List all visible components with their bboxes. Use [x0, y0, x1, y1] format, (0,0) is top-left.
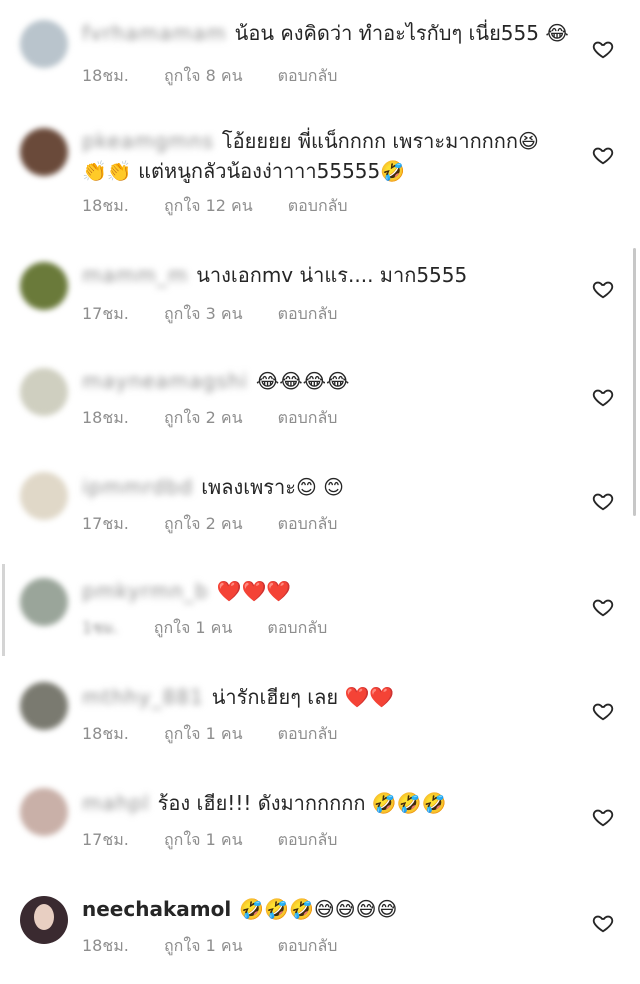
comment-meta: 18ชม. ถูกใจ 1 คน ตอบกลับ	[82, 722, 367, 747]
timestamp: 1ชม.	[82, 618, 119, 637]
timestamp: 17ชม.	[82, 830, 129, 849]
username[interactable]: mamm_m	[82, 263, 188, 287]
username[interactable]: fvrhamamam	[82, 21, 227, 45]
avatar[interactable]	[20, 128, 68, 176]
timestamp: 18ชม.	[82, 408, 129, 427]
heart-icon[interactable]	[592, 700, 614, 722]
avatar[interactable]	[20, 472, 68, 520]
reply-button[interactable]: ตอบกลับ	[278, 514, 338, 533]
username[interactable]: mthhy_881	[82, 685, 204, 709]
likes-count[interactable]: ถูกใจ 1 คน	[154, 618, 233, 637]
reply-button[interactable]: ตอบกลับ	[288, 196, 348, 215]
avatar[interactable]	[20, 368, 68, 416]
comment-text-line2: 👏👏 แต่หนูกลัวน้องง่าาาา55555🤣	[82, 159, 406, 183]
comment-body: pkeamgmns โอ้ยยยย พี่แน็กกกก เพราะมากกกก😆…	[82, 126, 580, 186]
reply-button[interactable]: ตอบกลับ	[278, 936, 338, 955]
reply-button[interactable]: ตอบกลับ	[278, 724, 338, 743]
comment-text: โอ้ยยยย พี่แน็กกกก เพราะมากกกก😆	[221, 129, 539, 153]
comments-list: fvrhamamam น้อน คงคิดว่า ทำอะไรกับๆ เนี่ย…	[0, 0, 640, 984]
edge-indicator	[2, 564, 5, 656]
likes-count[interactable]: ถูกใจ 12 คน	[164, 196, 253, 215]
timestamp: 18ชม.	[82, 66, 129, 85]
heart-icon[interactable]	[592, 806, 614, 828]
avatar[interactable]	[20, 578, 68, 626]
timestamp: 18ชม.	[82, 724, 129, 743]
comment-body: mthhy_881 น่ารักเฮียๆ เลย ❤️❤️	[82, 682, 580, 712]
timestamp: 17ชม.	[82, 514, 129, 533]
heart-icon[interactable]	[592, 386, 614, 408]
heart-icon[interactable]	[592, 278, 614, 300]
comment-text: 🤣🤣🤣😅😅😅😅	[239, 897, 398, 921]
comment-meta: 17ชม. ถูกใจ 1 คน ตอบกลับ	[82, 828, 367, 853]
avatar[interactable]	[20, 788, 68, 836]
username[interactable]: mahpl	[82, 791, 150, 815]
scrollbar[interactable]	[633, 248, 636, 516]
likes-count[interactable]: ถูกใจ 1 คน	[164, 724, 243, 743]
reply-button[interactable]: ตอบกลับ	[278, 304, 338, 323]
avatar[interactable]	[20, 20, 68, 68]
likes-count[interactable]: ถูกใจ 1 คน	[164, 936, 243, 955]
reply-button[interactable]: ตอบกลับ	[278, 830, 338, 849]
reply-button[interactable]: ตอบกลับ	[278, 408, 338, 427]
timestamp: 18ชม.	[82, 196, 129, 215]
likes-count[interactable]: ถูกใจ 2 คน	[164, 408, 243, 427]
comment-text: น้อน คงคิดว่า ทำอะไรกับๆ เนี่ย555 😂	[234, 21, 569, 45]
comment-meta: 17ชม. ถูกใจ 3 คน ตอบกลับ	[82, 302, 367, 327]
comment-body: mamm_m นางเอกmv น่าแร.... มาก5555	[82, 260, 580, 290]
comment-body: neechakamol 🤣🤣🤣😅😅😅😅	[82, 894, 580, 924]
comment-body: ipmmrdbd เพลงเพราะ😊 😊	[82, 472, 580, 502]
comment-body: mahpl ร้อง เฮีย!!! ดังมากกกกก 🤣🤣🤣	[82, 788, 580, 818]
username[interactable]: pkeamgmns	[82, 129, 214, 153]
heart-icon[interactable]	[592, 144, 614, 166]
heart-icon[interactable]	[592, 490, 614, 512]
avatar[interactable]	[20, 682, 68, 730]
heart-icon[interactable]	[592, 38, 614, 60]
comment-meta: 1ชม. ถูกใจ 1 คน ตอบกลับ	[82, 616, 357, 641]
comment-meta: 18ชม. ถูกใจ 8 คน ตอบกลับ	[82, 64, 367, 89]
avatar-face	[34, 904, 54, 930]
heart-icon[interactable]	[592, 912, 614, 934]
username[interactable]: mayneamagshi	[82, 369, 248, 393]
likes-count[interactable]: ถูกใจ 2 คน	[164, 514, 243, 533]
comment-body: fvrhamamam น้อน คงคิดว่า ทำอะไรกับๆ เนี่ย…	[82, 18, 580, 48]
avatar[interactable]	[20, 896, 68, 944]
comment-text: 😂😂😂😂	[255, 369, 350, 393]
reply-button[interactable]: ตอบกลับ	[278, 66, 338, 85]
comment-meta: 18ชม. ถูกใจ 2 คน ตอบกลับ	[82, 406, 367, 431]
comment-text: เพลงเพราะ😊 😊	[201, 475, 345, 499]
comment-body: pmkyrmn_b ❤️❤️❤️	[82, 576, 580, 606]
comment-meta: 18ชม. ถูกใจ 12 คน ตอบกลับ	[82, 194, 378, 219]
avatar[interactable]	[20, 262, 68, 310]
reply-button[interactable]: ตอบกลับ	[267, 618, 327, 637]
likes-count[interactable]: ถูกใจ 3 คน	[164, 304, 243, 323]
comment-text: ร้อง เฮีย!!! ดังมากกกกก 🤣🤣🤣	[157, 791, 447, 815]
username[interactable]: pmkyrmn_b	[82, 579, 209, 603]
comment-body: mayneamagshi 😂😂😂😂	[82, 366, 580, 396]
comment-text: ❤️❤️❤️	[216, 579, 292, 603]
likes-count[interactable]: ถูกใจ 8 คน	[164, 66, 243, 85]
likes-count[interactable]: ถูกใจ 1 คน	[164, 830, 243, 849]
comment-meta: 18ชม. ถูกใจ 1 คน ตอบกลับ	[82, 934, 367, 959]
comment-text: นางเอกmv น่าแร.... มาก5555	[196, 263, 468, 287]
comment-meta: 17ชม. ถูกใจ 2 คน ตอบกลับ	[82, 512, 367, 537]
timestamp: 17ชม.	[82, 304, 129, 323]
username[interactable]: ipmmrdbd	[82, 475, 193, 499]
comment-text: น่ารักเฮียๆ เลย ❤️❤️	[211, 685, 395, 709]
username[interactable]: neechakamol	[82, 897, 231, 921]
heart-icon[interactable]	[592, 596, 614, 618]
timestamp: 18ชม.	[82, 936, 129, 955]
